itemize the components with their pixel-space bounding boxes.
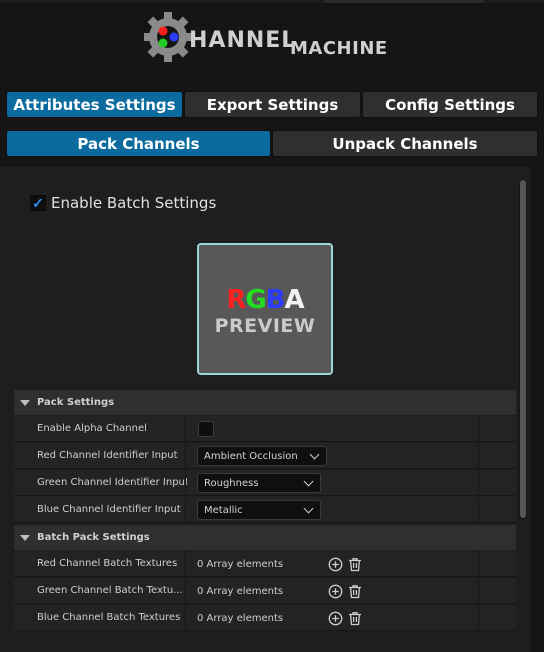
row-red-batch-textures: Red Channel Batch Textures 0 Array eleme… <box>14 551 516 577</box>
green-channel-dropdown[interactable]: Roughness <box>197 473 321 493</box>
column-divider <box>478 497 479 523</box>
trash-icon[interactable] <box>347 610 363 626</box>
collapse-arrow-icon[interactable] <box>20 399 30 406</box>
column-divider <box>185 416 186 442</box>
enable-batch-checkbox[interactable]: ✓ <box>30 195 46 211</box>
tab-attributes-settings[interactable]: Attributes Settings <box>6 91 183 118</box>
array-count: 0 Array elements <box>197 612 284 624</box>
column-divider <box>185 551 186 577</box>
column-divider <box>478 416 479 442</box>
enable-batch-settings[interactable]: ✓ Enable Batch Settings <box>30 192 216 214</box>
collapse-arrow-icon[interactable] <box>20 534 30 541</box>
column-divider <box>185 443 186 469</box>
red-channel-dropdown[interactable]: Ambient Occlusion <box>197 446 327 466</box>
add-circle-icon[interactable] <box>327 556 343 572</box>
column-divider <box>478 551 479 577</box>
row-label: Red Channel Identifier Input <box>37 450 178 461</box>
logo-brand-left: HANNEL <box>189 28 297 53</box>
rgba-preview-letters: RGBA <box>226 285 305 315</box>
row-label: Blue Channel Identifier Input <box>37 504 181 515</box>
enable-alpha-checkbox[interactable] <box>198 421 214 437</box>
row-enable-alpha-channel: Enable Alpha Channel <box>14 416 516 442</box>
column-divider <box>478 470 479 496</box>
row-label: Green Channel Batch Textu... <box>37 585 183 596</box>
chevron-down-icon <box>303 503 314 513</box>
blue-channel-dropdown[interactable]: Metallic <box>197 500 321 520</box>
pack-settings-category[interactable]: Pack Settings <box>14 390 516 415</box>
column-divider <box>478 443 479 469</box>
preview-letter-b: B <box>265 285 286 315</box>
add-circle-icon[interactable] <box>327 583 343 599</box>
row-label: Blue Channel Batch Textures <box>37 612 181 623</box>
dropdown-value: Metallic <box>204 504 243 516</box>
tab-export-settings[interactable]: Export Settings <box>184 91 361 118</box>
channel-machine-logo: HANNEL MACHINE <box>144 6 404 68</box>
tab-pack-channels[interactable]: Pack Channels <box>6 130 271 157</box>
column-divider <box>185 470 186 496</box>
trash-icon[interactable] <box>347 556 363 572</box>
row-green-batch-textures: Green Channel Batch Textu... 0 Array ele… <box>14 578 516 604</box>
column-divider <box>185 497 186 523</box>
array-count: 0 Array elements <box>197 558 284 570</box>
preview-letter-a: A <box>284 285 305 315</box>
pack-settings-title: Pack Settings <box>37 397 115 408</box>
top-tab-highlight <box>324 0 484 3</box>
row-label: Green Channel Identifier Input <box>37 477 187 488</box>
add-circle-icon[interactable] <box>327 610 343 626</box>
logo-brand-right: MACHINE <box>290 38 388 59</box>
rgba-preview: RGBA PREVIEW <box>197 243 333 375</box>
preview-letter-r: R <box>226 285 246 315</box>
dropdown-value: Roughness <box>204 477 259 489</box>
row-red-channel-identifier: Red Channel Identifier Input Ambient Occ… <box>14 443 516 469</box>
batch-pack-settings-title: Batch Pack Settings <box>37 532 150 543</box>
preview-letter-g: G <box>245 285 266 315</box>
enable-batch-label: Enable Batch Settings <box>51 194 217 212</box>
dropdown-value: Ambient Occlusion <box>204 450 298 462</box>
row-label: Enable Alpha Channel <box>37 423 147 434</box>
tab-config-settings[interactable]: Config Settings <box>362 91 538 118</box>
column-divider <box>478 578 479 604</box>
column-divider <box>185 578 186 604</box>
row-label: Red Channel Batch Textures <box>37 558 178 569</box>
top-bar <box>0 0 544 3</box>
preview-word: PREVIEW <box>214 315 316 337</box>
array-count: 0 Array elements <box>197 585 284 597</box>
batch-pack-settings-category[interactable]: Batch Pack Settings <box>14 525 516 550</box>
chevron-down-icon <box>309 449 320 459</box>
column-divider <box>185 605 186 631</box>
checkmark-icon: ✓ <box>32 194 44 211</box>
chevron-down-icon <box>303 476 314 486</box>
trash-icon[interactable] <box>347 583 363 599</box>
scrollbar-thumb[interactable] <box>520 180 526 518</box>
row-green-channel-identifier: Green Channel Identifier Input Roughness <box>14 470 516 496</box>
column-divider <box>478 605 479 631</box>
tab-unpack-channels[interactable]: Unpack Channels <box>272 130 538 157</box>
row-blue-batch-textures: Blue Channel Batch Textures 0 Array elem… <box>14 605 516 631</box>
row-blue-channel-identifier: Blue Channel Identifier Input Metallic <box>14 497 516 523</box>
gear-logo-icon <box>144 12 193 62</box>
